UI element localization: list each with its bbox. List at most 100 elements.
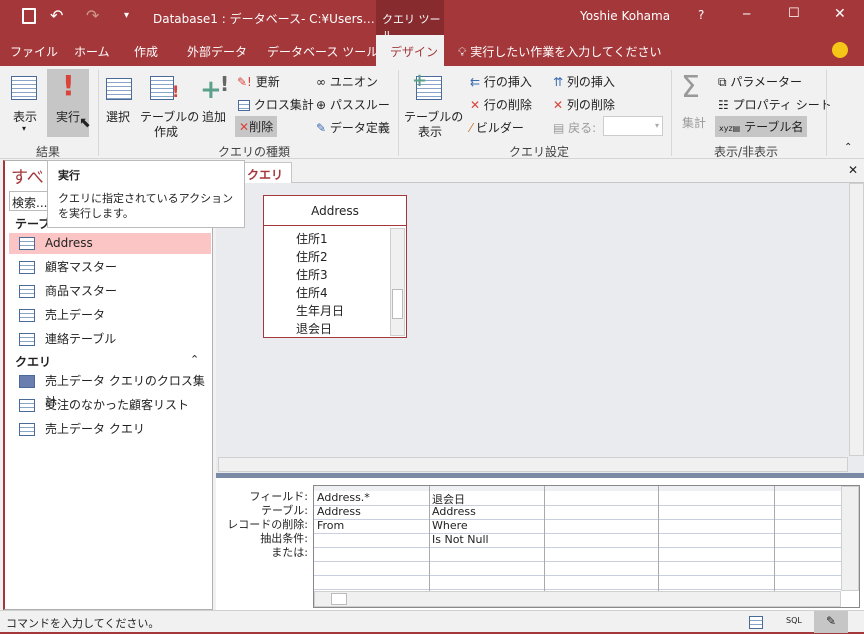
row-label-table: テーブル:: [260, 504, 308, 517]
grid-cell-table[interactable]: Address: [317, 505, 428, 519]
nav-item-query[interactable]: 売上データ クエリ: [9, 419, 211, 440]
nav-item-table[interactable]: 商品マスター: [9, 281, 211, 302]
crosstab-label: クロス集計: [253, 98, 314, 112]
make-table-button[interactable]: ! テーブルの 作成: [138, 72, 199, 139]
close-document-button[interactable]: ✕: [848, 163, 858, 177]
parameters-button[interactable]: ⧉ パラメーター: [718, 73, 802, 90]
delete-columns-button[interactable]: ✕ 列の削除: [553, 96, 615, 113]
document-tab-query1[interactable]: クエリ1: [240, 162, 292, 197]
tell-me-box[interactable]: 💡︎ 実行したい作業を入力してください: [458, 43, 662, 60]
grid-cell-criteria[interactable]: [777, 533, 840, 547]
grid-cell-table[interactable]: [547, 505, 657, 519]
datasheet-view-icon: [11, 76, 37, 100]
field-item[interactable]: 住所4: [296, 284, 344, 302]
collapse-ribbon-icon[interactable]: ⌃: [844, 142, 852, 153]
nav-pane-header[interactable]: すべ: [11, 163, 44, 188]
help-button[interactable]: ?: [698, 8, 704, 22]
grid-cell-field[interactable]: Address.*: [317, 491, 428, 505]
smiley-feedback-icon[interactable]: [832, 42, 848, 58]
tab-external-data[interactable]: 外部データ: [187, 43, 247, 60]
run-button[interactable]: ! 実行 ⬉: [47, 69, 91, 137]
select-query-button[interactable]: 選択: [104, 72, 136, 132]
field-list-title[interactable]: Address: [264, 196, 406, 226]
ribbon-tabs: ファイル ホーム 作成 外部データ データベース ツール デザイン 💡︎ 実行し…: [0, 35, 864, 66]
grid-cell-table[interactable]: Address: [432, 505, 543, 519]
return-values-dropdown[interactable]: ▾: [603, 116, 663, 136]
tab-home[interactable]: ホーム: [74, 43, 110, 60]
grid-cell-or[interactable]: [661, 547, 773, 561]
grid-cell-field[interactable]: [547, 491, 657, 505]
delete-query-button[interactable]: ✕削除: [235, 116, 278, 137]
qat-customize-icon[interactable]: ▾: [124, 10, 129, 21]
table-icon: [19, 261, 35, 274]
upper-vertical-scrollbar[interactable]: [849, 183, 864, 456]
minimize-button[interactable]: ─: [743, 7, 750, 21]
sql-view-button[interactable]: SQL: [786, 616, 802, 625]
collapse-group-icon[interactable]: ⌃: [190, 353, 199, 366]
show-table-button[interactable]: + テーブルの 表示: [402, 70, 463, 139]
grid-vertical-scrollbar[interactable]: [841, 486, 859, 591]
grid-horizontal-scrollbar[interactable]: [314, 591, 841, 607]
union-button[interactable]: ∞ ユニオン: [316, 73, 378, 90]
grid-cell-delete[interactable]: Where: [432, 519, 543, 533]
grid-cell-criteria[interactable]: [661, 533, 773, 547]
grid-cell-criteria[interactable]: [317, 533, 428, 547]
tables-group-header[interactable]: テーブ: [15, 215, 50, 232]
tab-file[interactable]: ファイル: [10, 43, 58, 60]
builder-button[interactable]: ⁄ ビルダー: [470, 119, 524, 136]
grid-cell-delete[interactable]: From: [317, 519, 428, 533]
nav-item-query[interactable]: 売上データ クエリのクロス集計: [9, 371, 211, 409]
globe-icon: ⊕: [316, 98, 327, 112]
grid-cell-criteria[interactable]: Is Not Null: [432, 533, 543, 547]
queries-group-header[interactable]: クエリ: [15, 353, 51, 370]
append-button[interactable]: + ! 追加: [198, 72, 230, 132]
view-button[interactable]: 表示 ▾: [8, 72, 44, 134]
undo-icon[interactable]: ↶: [50, 6, 63, 25]
grid-cell-delete[interactable]: [777, 519, 840, 533]
crosstab-button[interactable]: クロス集計: [238, 96, 314, 113]
tab-create[interactable]: 作成: [134, 43, 158, 60]
design-view-button[interactable]: ✎: [814, 611, 848, 633]
user-name[interactable]: Yoshie Kohama: [580, 9, 670, 23]
insert-rows-button[interactable]: ⇇ 行の挿入: [470, 73, 532, 90]
datasheet-view-icon[interactable]: [749, 616, 763, 629]
field-item[interactable]: 住所3: [296, 266, 344, 284]
field-list-address[interactable]: Address 住所1 住所2 住所3 住所4 生年月日 退会日: [263, 195, 407, 338]
grid-cell-or[interactable]: [547, 547, 657, 561]
save-icon[interactable]: [22, 8, 36, 24]
grid-cell-criteria[interactable]: [547, 533, 657, 547]
totals-button[interactable]: Σ 集計: [677, 70, 711, 132]
nav-item-table[interactable]: 顧客マスター: [9, 257, 211, 278]
nav-item-table[interactable]: Address: [9, 233, 211, 254]
delete-rows-button[interactable]: ✕ 行の削除: [470, 96, 532, 113]
tab-design[interactable]: デザイン: [376, 35, 444, 66]
passthrough-button[interactable]: ⊕ パススルー: [316, 96, 390, 113]
table-names-button[interactable]: xyz▤ テーブル名: [715, 116, 808, 137]
grid-cell-delete[interactable]: [547, 519, 657, 533]
grid-cell-field[interactable]: [661, 491, 773, 505]
field-list-scrollbar[interactable]: [390, 228, 405, 336]
grid-cell-table[interactable]: [661, 505, 773, 519]
field-item[interactable]: 生年月日: [296, 302, 344, 320]
field-item[interactable]: 退会日: [296, 320, 344, 338]
data-definition-button[interactable]: ✎ データ定義: [316, 119, 390, 136]
tab-database-tools[interactable]: データベース ツール: [267, 43, 378, 60]
upper-horizontal-scrollbar[interactable]: [218, 457, 848, 472]
close-button[interactable]: ✕: [834, 6, 846, 22]
grid-cell-table[interactable]: [777, 505, 840, 519]
nav-item-query[interactable]: 受注のなかった顧客リスト: [9, 395, 211, 416]
nav-item-table[interactable]: 売上データ: [9, 305, 211, 326]
grid-cell-delete[interactable]: [661, 519, 773, 533]
grid-cell-or[interactable]: [777, 547, 840, 561]
grid-cell-field[interactable]: 退会日: [432, 491, 543, 506]
update-button[interactable]: ✎! 更新: [237, 73, 280, 90]
grid-cell-or[interactable]: [432, 547, 543, 561]
field-item[interactable]: 住所1: [296, 230, 344, 248]
maximize-button[interactable]: ☐: [788, 6, 800, 21]
grid-cell-or[interactable]: [317, 547, 428, 561]
field-item[interactable]: 住所2: [296, 248, 344, 266]
insert-columns-button[interactable]: ⇈ 列の挿入: [553, 73, 615, 90]
grid-cell-field[interactable]: [777, 491, 840, 505]
nav-item-table[interactable]: 連絡テーブル: [9, 329, 211, 350]
property-sheet-button[interactable]: ☷ プロパティ シート: [718, 96, 832, 113]
